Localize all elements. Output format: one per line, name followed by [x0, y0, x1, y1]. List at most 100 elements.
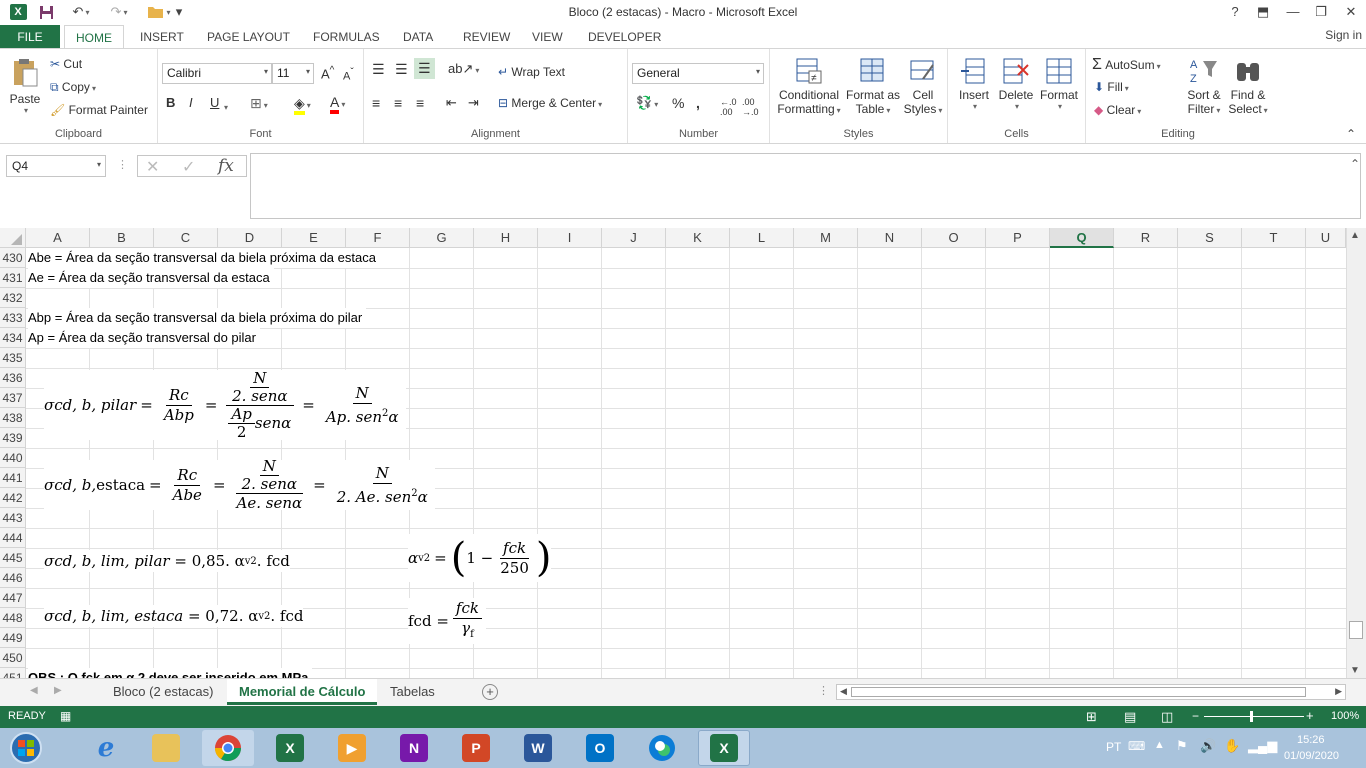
prev-sheet-icon[interactable]: ◀: [30, 685, 38, 696]
clock-date[interactable]: 01/09/2020: [1284, 750, 1339, 762]
align-right-icon[interactable]: ≡: [416, 95, 424, 111]
scroll-thumb[interactable]: [1349, 621, 1363, 639]
column-header-j[interactable]: J: [602, 228, 666, 248]
equation-sigma-pilar[interactable]: σcd, b, pilar = Rc Abp = N 2. senα Ap 2 sen…: [44, 369, 406, 440]
row-header-450[interactable]: 450: [0, 648, 26, 668]
sort-filter-button[interactable]: AZ Sort & Filter ▾: [1182, 57, 1226, 116]
align-left-icon[interactable]: ≡: [372, 95, 380, 111]
row-header-446[interactable]: 446: [0, 568, 26, 588]
taskbar-word[interactable]: W: [512, 730, 564, 766]
font-color-icon[interactable]: A ▾: [330, 94, 345, 114]
row-header-434[interactable]: 434: [0, 328, 26, 348]
format-painter-button[interactable]: 🖌 Format Painter: [50, 103, 148, 117]
column-header-a[interactable]: A: [26, 228, 90, 248]
tab-insert[interactable]: INSERT: [140, 25, 184, 49]
column-header-l[interactable]: L: [730, 228, 794, 248]
cell-a434[interactable]: Ap = Área da seção transversal do pilar: [28, 328, 260, 348]
collapse-ribbon-icon[interactable]: ⌃: [1346, 127, 1356, 141]
row-header-437[interactable]: 437: [0, 388, 26, 408]
zoom-level[interactable]: 100%: [1331, 710, 1359, 722]
accounting-format-icon[interactable]: 💱 ▾: [636, 95, 658, 111]
column-header-m[interactable]: M: [794, 228, 858, 248]
cell-styles-button[interactable]: Cell Styles ▾: [902, 57, 944, 116]
keyboard-icon[interactable]: ⌨: [1128, 739, 1145, 753]
align-center-icon[interactable]: ≡: [394, 95, 402, 111]
insert-function-icon[interactable]: fx: [218, 156, 234, 176]
row-header-432[interactable]: 432: [0, 288, 26, 308]
horizontal-scrollbar[interactable]: ◀ ▶: [836, 684, 1346, 700]
column-header-t[interactable]: T: [1242, 228, 1306, 248]
network-icon[interactable]: ▂▄▆: [1248, 738, 1277, 754]
taskbar-excel-1[interactable]: X: [264, 730, 316, 766]
font-size-select[interactable]: 11 ▾: [272, 63, 314, 84]
merge-center-button[interactable]: ⊟ Merge & Center ▾: [498, 96, 602, 110]
tab-developer[interactable]: DEVELOPER: [588, 25, 661, 49]
sheet-tab-bloco[interactable]: Bloco (2 estacas): [101, 679, 225, 705]
tab-home[interactable]: HOME: [64, 25, 124, 50]
row-header-445[interactable]: 445: [0, 548, 26, 568]
column-header-i[interactable]: I: [538, 228, 602, 248]
row-header-441[interactable]: 441: [0, 468, 26, 488]
number-format-select[interactable]: General ▾: [632, 63, 764, 84]
cancel-icon[interactable]: ✕: [146, 157, 159, 177]
taskbar-ie[interactable]: e: [80, 730, 132, 766]
sheet-tab-tabelas[interactable]: Tabelas: [378, 679, 447, 705]
increase-decimal-icon[interactable]: ←.0.00: [720, 97, 737, 117]
row-header-443[interactable]: 443: [0, 508, 26, 528]
autosum-button[interactable]: Σ AutoSum ▾: [1092, 56, 1161, 74]
row-header-444[interactable]: 444: [0, 528, 26, 548]
cell-a431[interactable]: Ae = Área da seção transversal da estaca: [28, 268, 274, 288]
paste-button[interactable]: Paste ▾: [8, 57, 42, 115]
row-header-449[interactable]: 449: [0, 628, 26, 648]
taskbar-powerpoint[interactable]: P: [450, 730, 502, 766]
scroll-left-icon[interactable]: ◀: [840, 686, 847, 697]
zoom-out-icon[interactable]: −: [1192, 709, 1199, 723]
row-header-436[interactable]: 436: [0, 368, 26, 388]
action-center-flag-icon[interactable]: ⚑: [1176, 738, 1188, 754]
start-button[interactable]: [0, 730, 52, 766]
help-icon[interactable]: ?: [1220, 2, 1250, 22]
fill-color-icon[interactable]: ◈ ▾: [294, 95, 311, 115]
find-select-button[interactable]: Find & Select ▾: [1226, 57, 1270, 116]
row-header-431[interactable]: 431: [0, 268, 26, 288]
percent-style-button[interactable]: %: [672, 95, 684, 111]
vertical-scrollbar[interactable]: ▲ ▼: [1346, 228, 1366, 678]
macro-record-icon[interactable]: ▦: [60, 709, 71, 723]
row-header-439[interactable]: 439: [0, 428, 26, 448]
column-header-d[interactable]: D: [218, 228, 282, 248]
enter-icon[interactable]: ✓: [182, 157, 195, 177]
row-header-447[interactable]: 447: [0, 588, 26, 608]
tab-view[interactable]: VIEW: [532, 25, 563, 49]
row-header-451[interactable]: 451: [0, 668, 26, 678]
ribbon-display-icon[interactable]: ⬒: [1248, 2, 1278, 22]
normal-view-icon[interactable]: ⊞: [1086, 709, 1097, 725]
column-header-k[interactable]: K: [666, 228, 730, 248]
row-header-433[interactable]: 433: [0, 308, 26, 328]
align-top-icon[interactable]: ☰: [372, 61, 385, 78]
column-header-e[interactable]: E: [282, 228, 346, 248]
zoom-slider-thumb[interactable]: [1250, 711, 1253, 722]
underline-button[interactable]: U: [210, 95, 219, 110]
format-cells-button[interactable]: Format ▾: [1038, 57, 1080, 111]
language-indicator[interactable]: PT: [1106, 740, 1121, 754]
h-scroll-thumb[interactable]: [851, 687, 1306, 697]
font-name-select[interactable]: Calibri ▾: [162, 63, 272, 84]
row-header-442[interactable]: 442: [0, 488, 26, 508]
column-header-g[interactable]: G: [410, 228, 474, 248]
expand-formula-bar-icon[interactable]: ⌃: [1350, 157, 1360, 171]
equation-sigma-lim-pilar[interactable]: σcd, b, lim, pilar = 0,85. α v2. fcd: [44, 550, 290, 572]
taskbar-edge[interactable]: [636, 730, 688, 766]
column-header-b[interactable]: B: [90, 228, 154, 248]
taskbar-chrome[interactable]: [202, 730, 254, 766]
select-all-corner[interactable]: [0, 228, 26, 248]
row-header-440[interactable]: 440: [0, 448, 26, 468]
fill-button[interactable]: ⬇ Fill ▾: [1094, 80, 1129, 94]
cut-button[interactable]: ✂ Cut: [50, 57, 82, 71]
align-bottom-icon[interactable]: ☰: [414, 58, 435, 79]
name-box-splitter-icon[interactable]: ⋮: [117, 158, 128, 171]
row-header-435[interactable]: 435: [0, 348, 26, 368]
close-icon[interactable]: ✕: [1336, 2, 1366, 22]
italic-button[interactable]: I: [189, 95, 193, 110]
minimize-icon[interactable]: —: [1278, 2, 1308, 22]
clock-time[interactable]: 15:26: [1297, 734, 1325, 746]
